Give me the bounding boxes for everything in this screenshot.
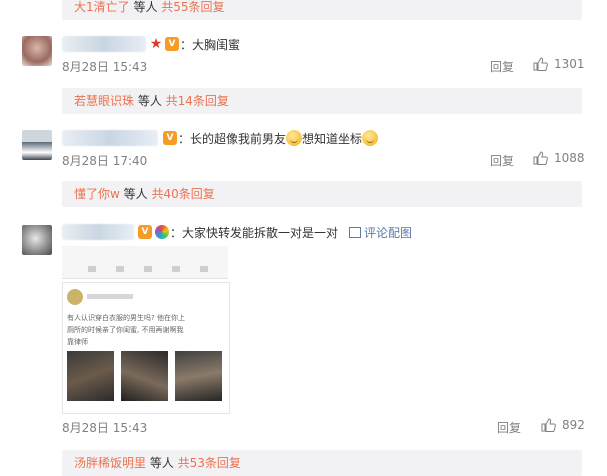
handwritten-text-line: 厕所的时候亲了你闺蜜, 不用再谢啊我 — [67, 326, 184, 334]
reply-button[interactable]: 回复 — [490, 152, 514, 169]
avatar[interactable] — [22, 130, 52, 160]
smile-emoji-icon — [362, 130, 379, 146]
like-button[interactable]: 1301 — [533, 57, 585, 71]
comment-time: 8月28日 15:43 — [62, 60, 148, 74]
comment-image-link[interactable]: 评论配图 — [349, 224, 412, 241]
like-count: 892 — [562, 418, 585, 432]
reply-user-link[interactable]: 懂了你w — [74, 187, 120, 201]
reply-user-link[interactable]: 大1清亡了 — [74, 0, 130, 14]
username-blurred[interactable] — [62, 130, 158, 146]
member-crown-icon: V — [138, 225, 152, 239]
smile-emoji-icon — [286, 130, 303, 146]
reply-button[interactable]: 回复 — [490, 58, 514, 75]
image-avatar — [67, 289, 83, 305]
comment-text: ：大家快转发能拆散一对是一对 — [170, 226, 339, 240]
member-crown-icon: V — [165, 37, 179, 51]
like-button[interactable]: 1088 — [533, 151, 585, 165]
thumbs-up-icon — [541, 418, 556, 432]
avatar[interactable] — [22, 36, 52, 66]
member-crown-icon: V — [163, 131, 177, 145]
reply-mid-text: 等人 — [129, 0, 162, 14]
balloon-badge-icon — [155, 225, 169, 239]
photo-thumbnail — [67, 351, 114, 401]
thumbs-up-icon — [533, 151, 548, 165]
like-count: 1301 — [554, 57, 585, 71]
red-star-badge-icon: ★ — [149, 36, 163, 52]
image-username-placeholder — [87, 294, 133, 299]
more-replies-link[interactable]: 共55条回复 — [161, 0, 224, 14]
image-icon — [349, 227, 361, 238]
reply-summary-bar[interactable]: 汤胖稀饭明里 等人 共53条回复 — [62, 450, 582, 476]
reply-mid-text: 等人 — [146, 456, 178, 470]
reply-mid-text: 等人 — [119, 187, 152, 201]
handwritten-text-line: 有人认识穿白衣服的男生吗? 他在你上 — [67, 314, 185, 322]
avatar[interactable] — [22, 225, 52, 255]
like-button[interactable]: 892 — [541, 418, 585, 432]
more-replies-link[interactable]: 共14条回复 — [166, 94, 229, 108]
like-count: 1088 — [554, 151, 585, 165]
reply-user-link[interactable]: 若慧眼识珠 — [74, 94, 134, 108]
comment-text: ：长的超像我前男友 想知道坐标 — [178, 130, 379, 147]
reply-summary-bar[interactable]: 大1清亡了 等人 共55条回复 — [62, 0, 582, 20]
reply-user-link[interactable]: 汤胖稀饭明里 — [74, 456, 146, 470]
reply-summary-bar[interactable]: 若慧眼识珠 等人 共14条回复 — [62, 88, 582, 114]
strip-icons-placeholder — [88, 266, 208, 272]
comment-time: 8月28日 15:43 — [62, 421, 148, 435]
username-blurred[interactable] — [62, 224, 134, 240]
thumbs-up-icon — [533, 57, 548, 71]
attached-image-top-strip[interactable] — [62, 246, 228, 279]
comment-text-part-a: ：长的超像我前男友 — [178, 132, 287, 146]
username-blurred[interactable] — [62, 36, 146, 52]
reply-button[interactable]: 回复 — [497, 419, 521, 436]
comment-time: 8月28日 17:40 — [62, 154, 148, 168]
reply-mid-text: 等人 — [134, 94, 166, 108]
photo-thumbnail — [175, 351, 222, 401]
comment-image-label: 评论配图 — [364, 226, 413, 240]
more-replies-link[interactable]: 共40条回复 — [151, 187, 214, 201]
photo-thumbnail — [121, 351, 168, 401]
comment-text: ：大胸闺蜜 — [180, 38, 241, 52]
attached-image[interactable]: 有人认识穿白衣服的男生吗? 他在你上 厕所的时候亲了你闺蜜, 不用再谢啊我 靠律… — [62, 282, 230, 414]
handwritten-text-line: 靠律师 — [67, 338, 88, 346]
comment-text-part-b: 想知道坐标 — [302, 132, 363, 146]
more-replies-link[interactable]: 共53条回复 — [178, 456, 241, 470]
reply-summary-bar[interactable]: 懂了你w 等人 共40条回复 — [62, 181, 582, 207]
